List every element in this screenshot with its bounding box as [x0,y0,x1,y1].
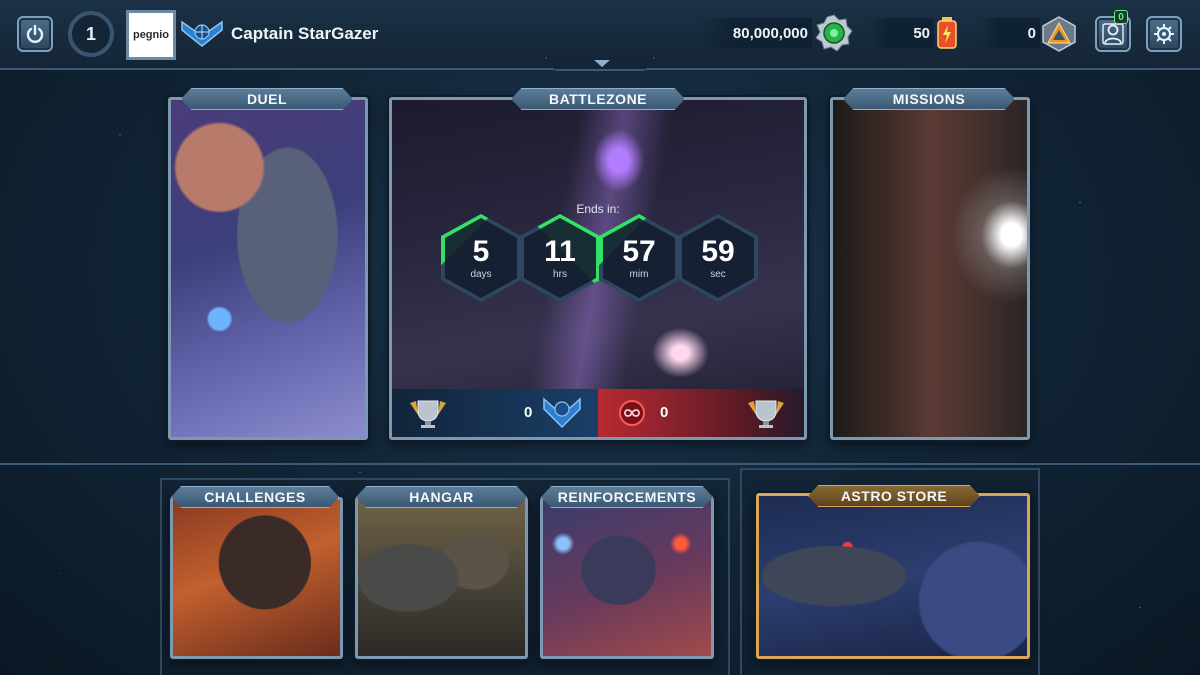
friends-notification-count: 0 [1118,11,1124,23]
energy-cell-icon[interactable] [936,16,958,50]
timer-hrs-value: 11 [544,234,576,268]
duel-label: DUEL [181,88,353,110]
timer-sec-value: 59 [701,234,735,268]
power-button[interactable] [17,16,53,52]
dropdown-tab[interactable] [545,57,655,71]
credits-value: 80,000,000 [732,24,808,42]
reinforcements-card[interactable] [540,497,714,659]
timer-hrs-unit: hrs [553,268,567,280]
team-score-bar: 0 0 [392,389,804,437]
challenges-label: CHALLENGES [171,486,339,508]
medals-counter: 0 [980,18,1040,48]
battlezone-title: BATTLEZONE [548,91,648,107]
avatar-text: pegnio [132,29,170,41]
rank-chevron-icon [181,20,223,47]
energy-value: 50 [913,24,930,42]
timer-sec-unit: sec [710,268,726,280]
avatar[interactable]: pegnio [126,10,176,60]
missions-card[interactable] [830,97,1030,440]
astro-store-title: ASTRO STORE [840,488,948,504]
duel-title: DUEL [246,91,288,107]
reinforcements-title: REINFORCEMENTS [557,489,697,505]
friends-icon [1102,23,1124,45]
friends-notification-badge: 0 [1114,10,1128,24]
trophy-icon [748,400,784,428]
player-level-indicator: 1 [68,11,114,57]
infinity-emblem-icon [619,400,645,426]
triangle-medal-icon[interactable] [1040,15,1078,53]
astro-store-label: ASTRO STORE [808,485,980,507]
timer-days-value: 5 [472,234,490,268]
red-team-score: 0 [598,389,804,437]
ends-in-label: Ends in: [576,202,620,216]
hangar-label: HANGAR [356,486,527,508]
red-score-value: 0 [660,404,669,421]
battlezone-label: BATTLEZONE [511,88,685,110]
missions-label: MISSIONS [843,88,1015,110]
medals-value: 0 [1027,24,1036,42]
rank-chevron-icon [543,397,581,429]
trophy-icon [410,400,446,428]
player-name: Captain StarGazer [231,24,379,43]
credits-counter: 80,000,000 [700,18,812,48]
player-level: 1 [85,23,96,44]
timer-min-value: 57 [622,234,656,268]
missions-title: MISSIONS [892,91,966,107]
settings-button[interactable] [1146,16,1182,52]
duel-card[interactable] [168,97,368,440]
blue-team-score: 0 [392,389,598,437]
challenges-title: CHALLENGES [204,489,306,505]
challenges-card[interactable] [170,497,343,659]
settings-icon [1154,24,1174,44]
power-icon [26,24,44,43]
battlezone-card[interactable]: Ends in: 5 days 11 hrs 57 mim 59 sec 0 0 [389,97,807,440]
timer-min-unit: mim [629,268,649,280]
blue-score-value: 0 [524,404,533,421]
timer-days-unit: days [470,268,492,280]
energy-counter: 50 [870,18,934,48]
astro-store-card[interactable] [756,493,1030,659]
chevron-down-icon [594,60,610,67]
hangar-card[interactable] [355,497,528,659]
top-bar: 1 pegnio Captain StarGazer 80,000,000 50… [0,0,1200,71]
reinforcements-label: REINFORCEMENTS [541,486,713,508]
hangar-title: HANGAR [409,489,474,505]
gear-credit-icon[interactable] [815,14,853,52]
